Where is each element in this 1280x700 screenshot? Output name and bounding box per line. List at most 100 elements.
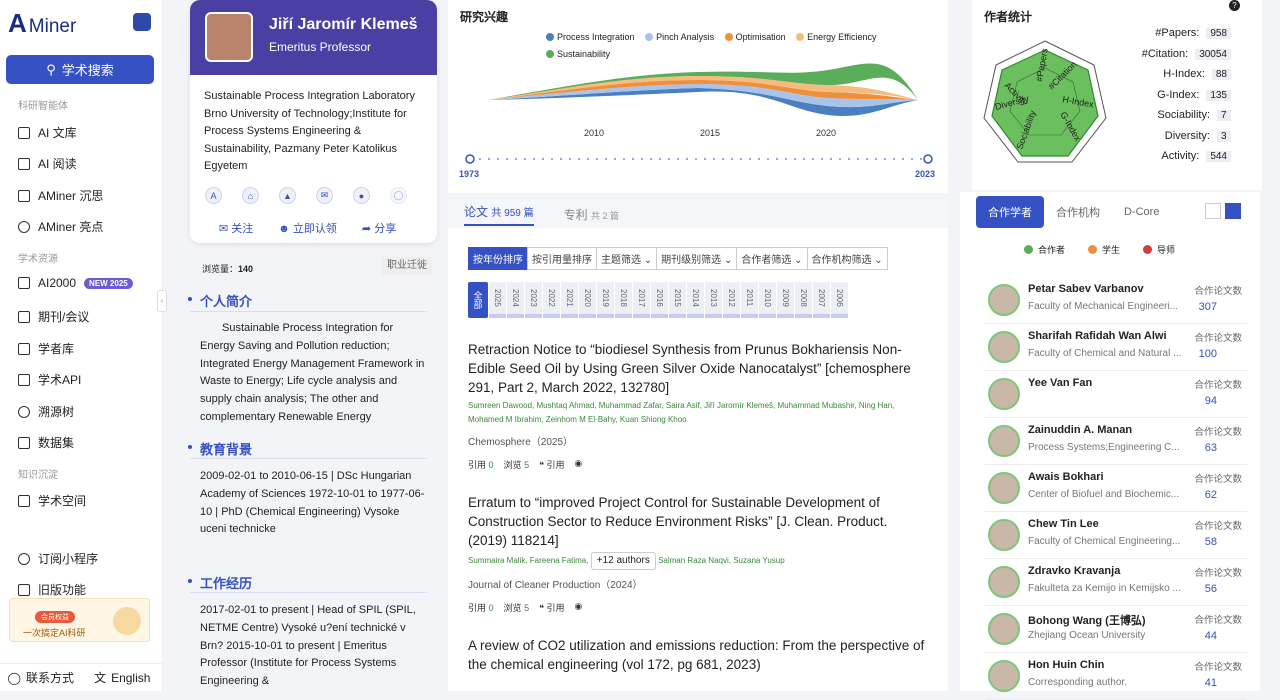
share-button[interactable]: ➦ 分享: [362, 220, 396, 236]
graduation-cap-icon[interactable]: ▲: [279, 187, 296, 204]
tab-papers[interactable]: 论文 共 959 篇: [464, 203, 534, 226]
year-chip[interactable]: 2025: [489, 282, 506, 318]
stat-label: Diversity:: [1164, 130, 1210, 142]
globe-icon[interactable]: ◉: [574, 458, 582, 471]
year-chip[interactable]: 2015: [669, 282, 686, 318]
robot-icon[interactable]: [133, 13, 151, 31]
sort-by-citation[interactable]: 按引用量排序: [527, 247, 597, 270]
profile-header: Jiří Jaromír Klemeš Emeritus Professor: [190, 0, 437, 75]
timeline-start-handle[interactable]: [465, 154, 475, 164]
year-chip[interactable]: 2007: [813, 282, 830, 318]
year-chip[interactable]: 2008: [795, 282, 812, 318]
year-chip[interactable]: 2010: [759, 282, 776, 318]
year-chip[interactable]: 2012: [723, 282, 740, 318]
location-icon[interactable]: ●: [353, 187, 370, 204]
coauthor-name[interactable]: Chew Tin Lee: [1028, 518, 1099, 530]
coauthor-filter[interactable]: 合作者筛选 ⌄: [736, 247, 808, 270]
cite-button[interactable]: ❝ 引用: [539, 601, 564, 614]
coauthor-name[interactable]: Awais Bokhari: [1028, 471, 1104, 483]
nav-aminer-highlights[interactable]: AMiner 亮点: [18, 218, 103, 235]
coauthor-item[interactable]: Awais Bokhari Center of Biofuel and Bioch…: [985, 466, 1247, 512]
coauthor-name[interactable]: Zainuddin A. Manan: [1028, 424, 1132, 436]
year-chip[interactable]: 2019: [597, 282, 614, 318]
help-icon[interactable]: ?: [1229, 0, 1240, 11]
tab-patents[interactable]: 专利 共 2 篇: [564, 206, 619, 223]
nav-api[interactable]: 学术API: [18, 371, 81, 388]
nav-ai-library[interactable]: AI 文库: [18, 124, 77, 141]
year-chip[interactable]: 2006: [831, 282, 848, 318]
contact-link[interactable]: ◯ 联系方式: [0, 664, 82, 691]
coauthor-name[interactable]: Hon Huin Chin: [1028, 659, 1104, 671]
coauthor-item[interactable]: Zainuddin A. Manan Process Systems;Engine…: [985, 419, 1247, 465]
coauthor-item[interactable]: Sharifah Rafidah Wan Alwi Faculty of Chem…: [985, 325, 1247, 371]
coauthor-item[interactable]: Zdravko Kravanja Fakulteta za Kemijo in K…: [985, 560, 1247, 606]
claim-button[interactable]: ☻ 立即认领: [278, 220, 337, 236]
coauthor-name[interactable]: Zdravko Kravanja: [1028, 565, 1120, 577]
year-chip[interactable]: 2011: [741, 282, 758, 318]
legend-advisor: 导师: [1143, 243, 1175, 256]
nav-legacy-features[interactable]: 旧版功能: [18, 581, 86, 598]
year-chip[interactable]: 2023: [525, 282, 542, 318]
more-authors-button[interactable]: +12 authors: [590, 552, 656, 570]
year-chip[interactable]: 2016: [651, 282, 668, 318]
venue-level-filter[interactable]: 期刊级别筛选 ⌄: [656, 247, 738, 270]
nav-academic-space[interactable]: 学术空间: [18, 492, 86, 509]
year-chip[interactable]: 2020: [579, 282, 596, 318]
coauthor-item[interactable]: Chew Tin Lee Faculty of Chemical Engineer…: [985, 513, 1247, 559]
follow-button[interactable]: ✉ 关注: [219, 220, 253, 236]
coauthor-name[interactable]: Sharifah Rafidah Wan Alwi: [1028, 330, 1167, 342]
coauthor-item[interactable]: Yee Van Fan 合作论文数 94: [985, 372, 1247, 418]
nav-subscribe-miniprogram[interactable]: 订阅小程序: [18, 550, 98, 567]
aminer-logo[interactable]: A Miner: [8, 8, 76, 39]
weibo-icon[interactable]: ◯: [390, 187, 407, 204]
coauthor-item[interactable]: Bohong Wang (王博弘) Zhejiang Ocean Universi…: [985, 607, 1247, 653]
nav-trace-tree[interactable]: 溯源树: [18, 403, 74, 420]
paper-title[interactable]: Erratum to “improved Project Control for…: [468, 493, 928, 550]
nav-ai2000[interactable]: AI2000 NEW 2025: [18, 276, 133, 290]
paper-title[interactable]: Retraction Notice to “biodiesel Synthesi…: [468, 340, 928, 397]
nav-journals[interactable]: 期刊/会议: [18, 308, 89, 325]
year-chip[interactable]: 2017: [633, 282, 650, 318]
aminer-profile-icon[interactable]: A: [205, 187, 222, 204]
language-switch[interactable]: 文 English: [82, 664, 164, 691]
academic-search-button[interactable]: ⚲ 学术搜索: [6, 55, 154, 84]
sidebar-collapse-handle[interactable]: ‹: [157, 290, 167, 312]
year-chip[interactable]: 2018: [615, 282, 632, 318]
coauthor-name[interactable]: Petar Sabev Varbanov: [1028, 283, 1144, 295]
promo-banner[interactable]: 会员权益 一次搞定AI科研: [9, 598, 150, 642]
bio-text: Sustainable Process Integration for Ener…: [200, 322, 425, 423]
globe-icon[interactable]: ◉: [574, 601, 582, 614]
coauthor-name[interactable]: Yee Van Fan: [1028, 377, 1092, 389]
tab-institutions[interactable]: 合作机构: [1044, 196, 1112, 228]
coauthor-count: 44: [1204, 630, 1217, 642]
cite-button[interactable]: ❝ 引用: [539, 458, 564, 471]
tab-coauthors[interactable]: 合作学者: [976, 196, 1044, 228]
year-chip[interactable]: 2009: [777, 282, 794, 318]
topic-filter[interactable]: 主题筛选 ⌄: [596, 247, 658, 270]
year-chip[interactable]: 2013: [705, 282, 722, 318]
coauthor-name[interactable]: Bohong Wang (王博弘): [1028, 612, 1146, 628]
nav-scholars[interactable]: 学者库: [18, 340, 74, 357]
nav-aminer-think[interactable]: AMiner 沉思: [18, 187, 103, 204]
stat-value: 135: [1206, 89, 1231, 101]
year-all[interactable]: 全部: [468, 282, 488, 318]
year-chip[interactable]: 2024: [507, 282, 524, 318]
institution-filter[interactable]: 合作机构筛选 ⌄: [806, 247, 888, 270]
home-icon[interactable]: ⌂: [242, 187, 259, 204]
paper-title[interactable]: A review of CO2 utilization and emission…: [468, 636, 928, 674]
email-icon[interactable]: ✉: [316, 187, 333, 204]
nav-datasets[interactable]: 数据集: [18, 434, 74, 451]
coauthor-institution: Process Systems;Engineering C...: [1028, 442, 1180, 453]
nav-ai-reading[interactable]: AI 阅读: [18, 155, 77, 172]
year-chip[interactable]: 2022: [543, 282, 560, 318]
year-chip[interactable]: 2021: [561, 282, 578, 318]
year-chip[interactable]: 2014: [687, 282, 704, 318]
list-view-icon[interactable]: [1225, 203, 1241, 219]
graph-view-icon[interactable]: [1205, 203, 1221, 219]
coauthor-item[interactable]: Petar Sabev Varbanov Faculty of Mechanica…: [985, 278, 1247, 324]
timeline-end-handle[interactable]: [923, 154, 933, 164]
tab-dcore[interactable]: D-Core: [1112, 198, 1171, 226]
sort-by-year[interactable]: 按年份排序: [468, 247, 528, 270]
career-migration-button[interactable]: 职业迁徙: [382, 257, 432, 275]
coauthor-item[interactable]: Hon Huin Chin Corresponding author. 合作论文数 4…: [985, 654, 1247, 700]
